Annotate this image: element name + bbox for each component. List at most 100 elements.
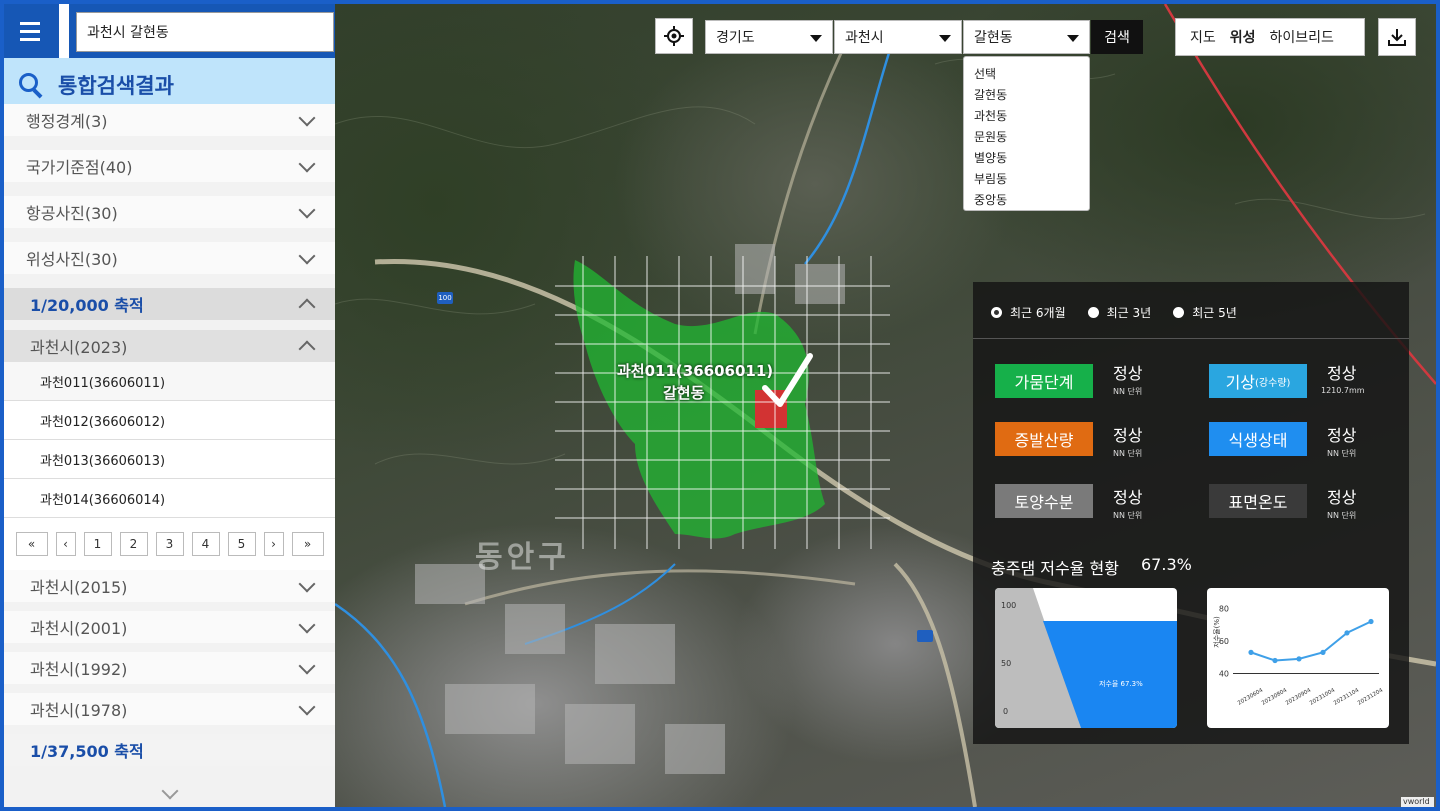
metric-status: 정상 <box>1113 488 1143 507</box>
province-select[interactable]: 경기도 <box>705 20 833 54</box>
dropdown-option[interactable]: 별양동 <box>964 147 1089 168</box>
metric-status: 정상 <box>1327 426 1357 445</box>
dropdown-option[interactable]: 중앙동 <box>964 189 1089 210</box>
page-5-button[interactable]: 5 <box>227 532 256 556</box>
scale-group-20000[interactable]: 1/20,000 축적 <box>4 288 335 320</box>
metric-unit: NN 단위 <box>1113 449 1143 458</box>
gauge-tick: 50 <box>1001 659 1011 668</box>
chart-x-tick: 20230804 <box>1261 687 1289 706</box>
category-aerial-photo[interactable]: 항공사진(30) <box>4 196 335 228</box>
results-title: 통합검색결과 <box>58 74 174 98</box>
period-6m[interactable]: 최근 6개월 <box>991 304 1066 321</box>
metric-status: 정상 <box>1113 364 1143 383</box>
page-1-button[interactable]: 1 <box>83 532 112 556</box>
map-type-map[interactable]: 지도 <box>1190 27 1216 47</box>
category-control-points[interactable]: 국가기준점(40) <box>4 150 335 182</box>
page-last-button[interactable]: » <box>291 532 324 556</box>
panel-divider <box>973 338 1409 339</box>
drought-dashboard: 최근 6개월 최근 3년 최근 5년 가뭄단계 정상 NN 단위 기상 (강수량)… <box>973 282 1409 744</box>
dong-dropdown-list: 선택 갈현동 과천동 문원동 별양동 부림동 중앙동 <box>963 56 1090 211</box>
pagination: « ‹ 1 2 3 4 5 › » <box>4 518 335 570</box>
metric-evapotranspiration[interactable]: 증발산량 <box>995 422 1093 456</box>
page-prev-button[interactable]: ‹ <box>55 532 76 556</box>
chart-x-tick: 20230904 <box>1285 687 1313 706</box>
dam-percentage: 67.3% <box>1141 555 1192 574</box>
page-2-button[interactable]: 2 <box>119 532 148 556</box>
hamburger-menu-icon[interactable] <box>4 4 56 58</box>
reservoir-line-chart: 저수율(%)4060802023060420230804202309042023… <box>1212 605 1385 707</box>
gauge-label: 저수율 67.3% <box>1099 679 1143 688</box>
subgroup-2015[interactable]: 과천시(2015) <box>4 570 335 602</box>
search-input[interactable] <box>76 12 334 52</box>
scroll-down-chevron-icon[interactable] <box>161 782 179 800</box>
region-label-code: 과천011(36606011) <box>617 362 774 380</box>
gauge-tick: 100 <box>1001 601 1016 610</box>
map-type-satellite[interactable]: 위성 <box>1230 27 1256 47</box>
dropdown-option[interactable]: 선택 <box>964 63 1089 84</box>
chart-y-tick: 60 <box>1219 637 1229 646</box>
page-next-button[interactable]: › <box>263 532 284 556</box>
chart-x-tick: 20231204 <box>1357 687 1385 706</box>
radio-icon <box>1173 307 1185 318</box>
chart-y-tick: 40 <box>1219 670 1229 679</box>
results-sidebar: 통합검색결과 행정경계(3) 국가기준점(40) 항공사진(30) 위성사진(3… <box>4 58 335 807</box>
filter-search-button[interactable]: 검색 <box>1091 20 1143 54</box>
list-item[interactable]: 과천014(36606014) <box>4 479 335 518</box>
download-icon <box>1388 29 1406 46</box>
chart-x-tick: 20231004 <box>1309 687 1337 706</box>
dong-select[interactable]: 갈현동 <box>963 20 1090 54</box>
list-item[interactable]: 과천013(36606013) <box>4 440 335 479</box>
dam-title: 충주댐 저수율 현황 <box>991 559 1119 578</box>
subgroup-2001[interactable]: 과천시(2001) <box>4 611 335 643</box>
page-3-button[interactable]: 3 <box>155 532 184 556</box>
chevron-down-icon <box>298 201 316 219</box>
metric-drought-stage[interactable]: 가뭄단계 <box>995 364 1093 398</box>
subgroup-1992[interactable]: 과천시(1992) <box>4 652 335 684</box>
region-label-name: 갈현동 <box>663 384 705 402</box>
chevron-down-icon <box>298 657 316 675</box>
dropdown-option[interactable]: 갈현동 <box>964 84 1089 105</box>
subgroup-1978[interactable]: 과천시(1978) <box>4 693 335 725</box>
list-item[interactable]: 과천012(36606012) <box>4 401 335 440</box>
district-label: 동안구 <box>475 540 570 575</box>
metric-status: 정상 <box>1327 364 1357 383</box>
chart-x-tick: 20231104 <box>1333 687 1361 706</box>
map-type-switch: 지도 위성 하이브리드 <box>1175 18 1365 56</box>
radio-icon <box>1087 307 1099 318</box>
period-3y[interactable]: 최근 3년 <box>1087 304 1151 321</box>
dropdown-arrow-icon <box>1067 35 1079 42</box>
highway-badge: 100 <box>438 294 452 302</box>
page-4-button[interactable]: 4 <box>191 532 220 556</box>
radio-icon <box>991 307 1002 318</box>
list-item[interactable]: 과천011(36606011) <box>4 362 335 401</box>
reservoir-gauge: 100 50 0 저수율 67.3% <box>995 588 1177 728</box>
metric-vegetation[interactable]: 식생상태 <box>1209 422 1307 456</box>
metric-weather[interactable]: 기상 (강수량) <box>1209 364 1307 398</box>
dropdown-option[interactable]: 부림동 <box>964 168 1089 189</box>
chevron-down-icon <box>298 247 316 265</box>
satellite-map[interactable]: 과천011(36606011) 갈현동 동안구 100 vworld 경기도 과… <box>335 4 1436 807</box>
map-type-hybrid[interactable]: 하이브리드 <box>1270 27 1334 47</box>
period-5y[interactable]: 최근 5년 <box>1173 304 1237 321</box>
page-first-button[interactable]: « <box>15 532 48 556</box>
chevron-up-icon <box>298 340 316 358</box>
dropdown-arrow-icon <box>810 35 822 42</box>
download-button[interactable] <box>1378 18 1416 56</box>
chart-series-line <box>1250 620 1372 662</box>
dropdown-option[interactable]: 문원동 <box>964 126 1089 147</box>
metric-unit: NN 단위 <box>1327 511 1357 520</box>
metric-unit: NN 단위 <box>1327 449 1357 458</box>
category-satellite-photo[interactable]: 위성사진(30) <box>4 242 335 274</box>
scale-group-37500[interactable]: 1/37,500 축적 <box>4 734 335 766</box>
metric-unit: NN 단위 <box>1113 511 1143 520</box>
metric-status: 정상 <box>1113 426 1143 445</box>
metric-soil-moisture[interactable]: 토양수분 <box>995 484 1093 518</box>
dropdown-option[interactable]: 과천동 <box>964 105 1089 126</box>
locate-button[interactable] <box>655 18 693 54</box>
chart-point <box>1272 657 1278 664</box>
subgroup-2023[interactable]: 과천시(2023) <box>4 330 335 362</box>
city-select[interactable]: 과천시 <box>834 20 962 54</box>
metric-surface-temp[interactable]: 표면온도 <box>1209 484 1307 518</box>
category-admin-boundary[interactable]: 행정경계(3) <box>4 104 335 136</box>
dropdown-arrow-icon <box>939 35 951 42</box>
